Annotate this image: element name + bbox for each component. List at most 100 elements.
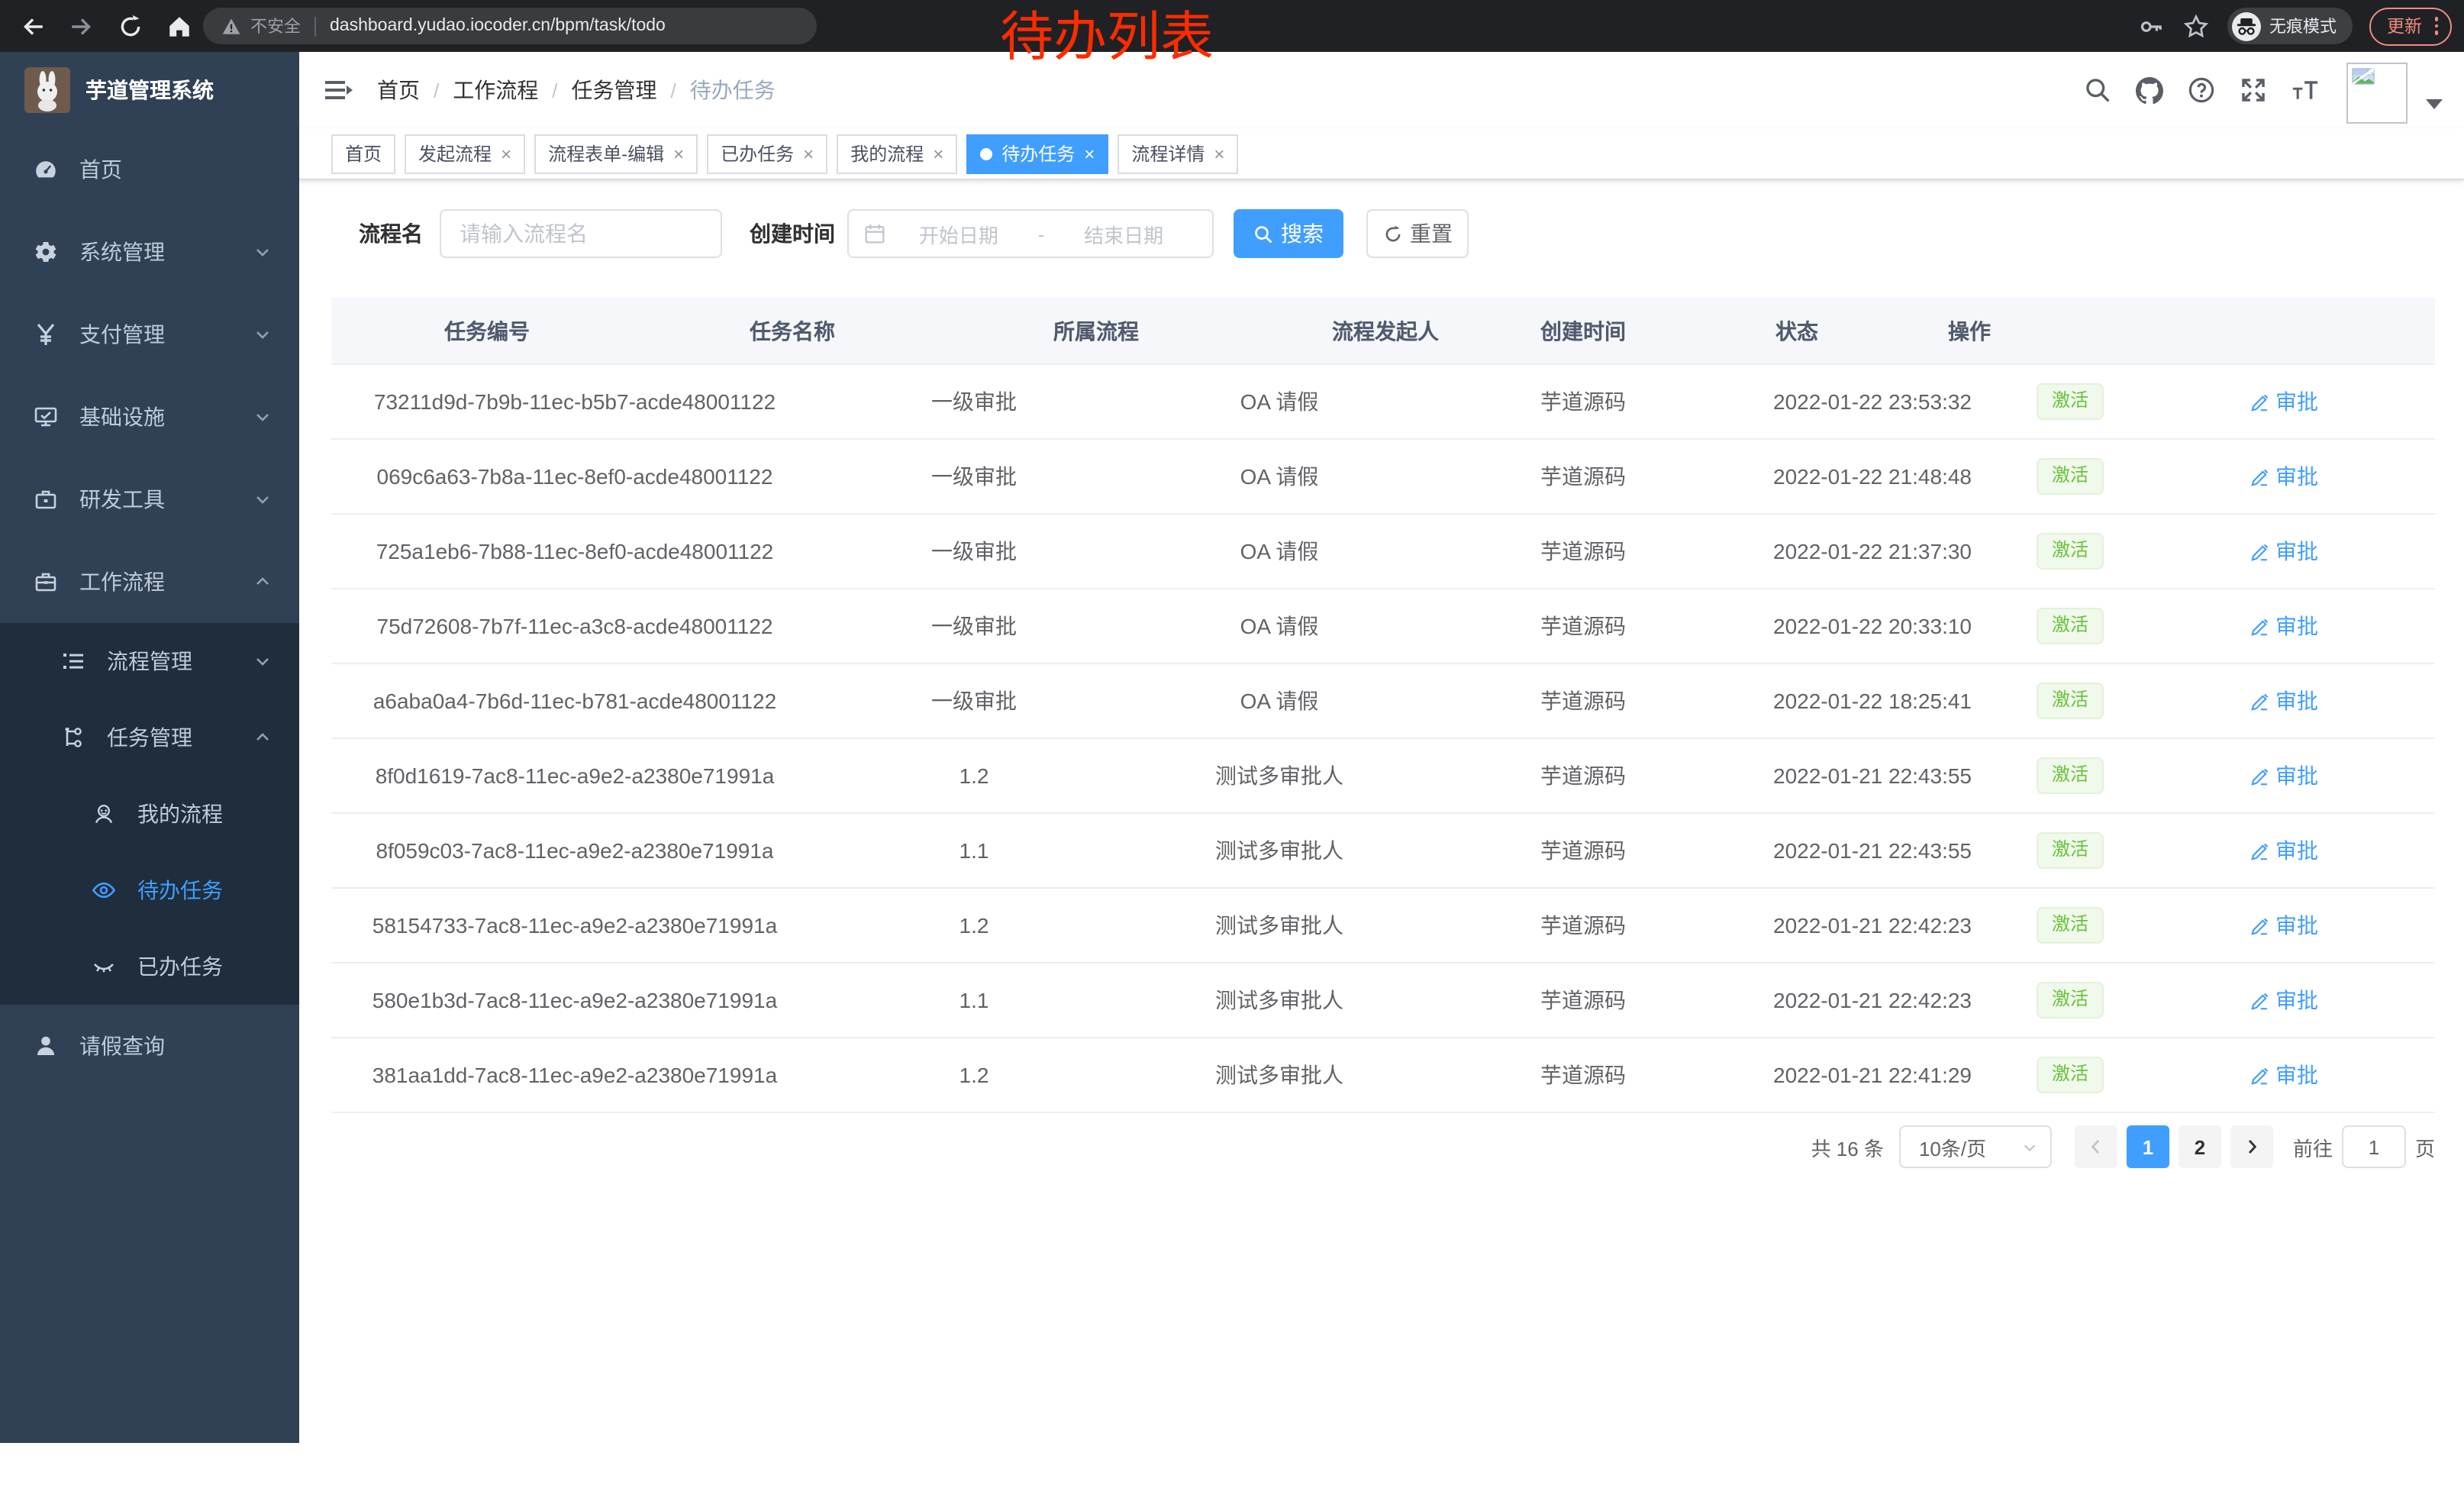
tab-process-detail[interactable]: 流程详情×: [1118, 134, 1238, 173]
github-icon[interactable]: [2136, 76, 2163, 104]
create-time-label: 创建时间: [750, 218, 835, 249]
status-badge: 激活: [2037, 832, 2104, 868]
tab-start-process[interactable]: 发起流程×: [405, 134, 525, 173]
task-name-cell: 1.2: [818, 889, 1130, 962]
tab-home[interactable]: 首页: [331, 134, 395, 173]
sidebar-item-todo-tasks[interactable]: 待办任务: [0, 852, 299, 928]
avatar[interactable]: [2346, 63, 2408, 124]
close-icon[interactable]: ×: [1214, 144, 1224, 163]
sidebar-item-label: 支付管理: [79, 319, 165, 350]
edit-pen-icon: [2250, 1065, 2269, 1085]
start-date-placeholder: 开始日期: [885, 219, 1032, 248]
tab-label: 我的流程: [850, 140, 924, 166]
chevron-down-icon: [253, 490, 272, 508]
close-icon[interactable]: ×: [803, 144, 814, 163]
next-page-button[interactable]: [2230, 1125, 2273, 1168]
approve-label: 审批: [2275, 1060, 2318, 1090]
sidebar-item-label: 研发工具: [79, 484, 165, 515]
browser-forward-icon[interactable]: [67, 12, 95, 40]
browser-menu-icon[interactable]: [2430, 18, 2443, 35]
approve-button[interactable]: 审批: [2250, 910, 2318, 941]
approve-button[interactable]: 审批: [2250, 686, 2318, 716]
sidebar-item-infrastructure[interactable]: 基础设施: [0, 376, 299, 458]
page-button-2[interactable]: 2: [2179, 1125, 2221, 1168]
tab-my-processes[interactable]: 我的流程 ×: [837, 134, 957, 173]
search-button[interactable]: 搜索: [1234, 209, 1343, 258]
font-size-icon[interactable]: [2291, 76, 2319, 104]
breadcrumb: 首页 / 工作流程 / 任务管理 / 待办任务: [377, 75, 776, 105]
process-cell: OA 请假: [1130, 664, 1429, 738]
prev-page-button[interactable]: [2075, 1125, 2117, 1168]
sidebar-item-system[interactable]: 系统管理: [0, 211, 299, 293]
status-badge: 激活: [2037, 683, 2104, 718]
goto-page-input[interactable]: [2342, 1125, 2406, 1168]
edit-pen-icon: [2250, 541, 2269, 561]
task-id-cell: 73211d9d-7b9b-11ec-b5b7-acde48001122: [331, 365, 818, 438]
breadcrumb-workflow[interactable]: 工作流程: [453, 75, 538, 105]
bookmark-star-icon[interactable]: [2182, 12, 2210, 40]
task-id-cell: 381aa1dd-7ac8-11ec-a9e2-a2380e71991a: [331, 1038, 818, 1112]
close-icon[interactable]: ×: [1084, 144, 1095, 163]
create-time-cell: 2022-01-21 22:42:23: [1737, 889, 2008, 962]
browser-reload-icon[interactable]: [116, 12, 144, 40]
reset-button[interactable]: 重置: [1366, 209, 1469, 258]
page-size-select[interactable]: 10条/页: [1899, 1125, 2052, 1168]
pagination: 共 16 条 10条/页 1 2 前往 页: [1811, 1125, 2435, 1168]
sidebar-item-my-processes[interactable]: 我的流程: [0, 776, 299, 852]
eye-icon: [92, 878, 116, 902]
edit-pen-icon: [2250, 616, 2269, 636]
table-row: 069c6a63-7b8a-11ec-8ef0-acde48001122 一级审…: [331, 440, 2435, 515]
breadcrumb-home[interactable]: 首页: [377, 75, 420, 105]
close-icon[interactable]: ×: [501, 144, 511, 163]
caret-down-icon[interactable]: [2426, 98, 2443, 110]
process-name-input[interactable]: [440, 209, 722, 258]
approve-button[interactable]: 审批: [2250, 760, 2318, 791]
create-time-range-picker[interactable]: 开始日期 - 结束日期: [847, 209, 1214, 258]
approve-button[interactable]: 审批: [2250, 461, 2318, 492]
sidebar-item-done-tasks[interactable]: 已办任务: [0, 928, 299, 1005]
sidebar-item-workflow[interactable]: 工作流程: [0, 541, 299, 623]
sidebar-toggle-icon[interactable]: [322, 75, 353, 105]
sidebar-item-dev-tools[interactable]: 研发工具: [0, 458, 299, 541]
search-icon[interactable]: [2084, 76, 2111, 104]
approve-button[interactable]: 审批: [2250, 1060, 2318, 1090]
edit-pen-icon: [2250, 990, 2269, 1010]
approve-button[interactable]: 审批: [2250, 536, 2318, 567]
sidebar-item-home[interactable]: 首页: [0, 128, 299, 211]
workflow-tree-icon: [61, 725, 85, 750]
task-name-cell: 一级审批: [818, 589, 1130, 663]
status-cell: 激活: [2008, 814, 2133, 887]
approve-button[interactable]: 审批: [2250, 611, 2318, 641]
search-button-label: 搜索: [1281, 218, 1324, 249]
breadcrumb-separator: /: [671, 79, 676, 102]
browser-back-icon[interactable]: [18, 12, 46, 40]
approve-button[interactable]: 审批: [2250, 835, 2318, 866]
fullscreen-icon[interactable]: [2240, 76, 2267, 104]
browser-update-button[interactable]: 更新: [2369, 7, 2452, 45]
sidebar-item-payment[interactable]: 支付管理: [0, 293, 299, 376]
tab-process-form-edit[interactable]: 流程表单-编辑×: [534, 134, 698, 173]
app-logo-row[interactable]: 芋道管理系统: [0, 52, 299, 128]
sidebar-item-label: 首页: [79, 154, 122, 185]
approve-button[interactable]: 审批: [2250, 386, 2318, 417]
close-icon[interactable]: ×: [933, 144, 943, 163]
address-bar[interactable]: 不安全 dashboard.yudao.iocoder.cn/bpm/task/…: [203, 8, 817, 44]
status-cell: 激活: [2008, 515, 2133, 588]
tab-todo-tasks[interactable]: 待办任务×: [966, 134, 1108, 173]
tab-done-tasks[interactable]: 已办任务×: [707, 134, 827, 173]
sidebar-item-process-management[interactable]: 流程管理: [0, 623, 299, 699]
active-dot: [980, 147, 992, 160]
process-starter-cell: 芋道源码: [1429, 739, 1737, 812]
sidebar-item-leave-query[interactable]: 请假查询: [0, 1005, 299, 1087]
action-cell: 审批: [2133, 664, 2435, 738]
browser-home-icon[interactable]: [165, 12, 192, 40]
dashboard-icon: [34, 157, 58, 182]
sidebar-item-task-management[interactable]: 任务管理: [0, 699, 299, 776]
approve-button[interactable]: 审批: [2250, 985, 2318, 1015]
password-key-icon[interactable]: [2138, 12, 2166, 40]
close-icon[interactable]: ×: [673, 144, 684, 163]
help-icon[interactable]: [2188, 76, 2215, 104]
breadcrumb-task-management[interactable]: 任务管理: [572, 75, 657, 105]
table-row: 381aa1dd-7ac8-11ec-a9e2-a2380e71991a 1.2…: [331, 1038, 2435, 1112]
page-button-1[interactable]: 1: [2127, 1125, 2169, 1168]
